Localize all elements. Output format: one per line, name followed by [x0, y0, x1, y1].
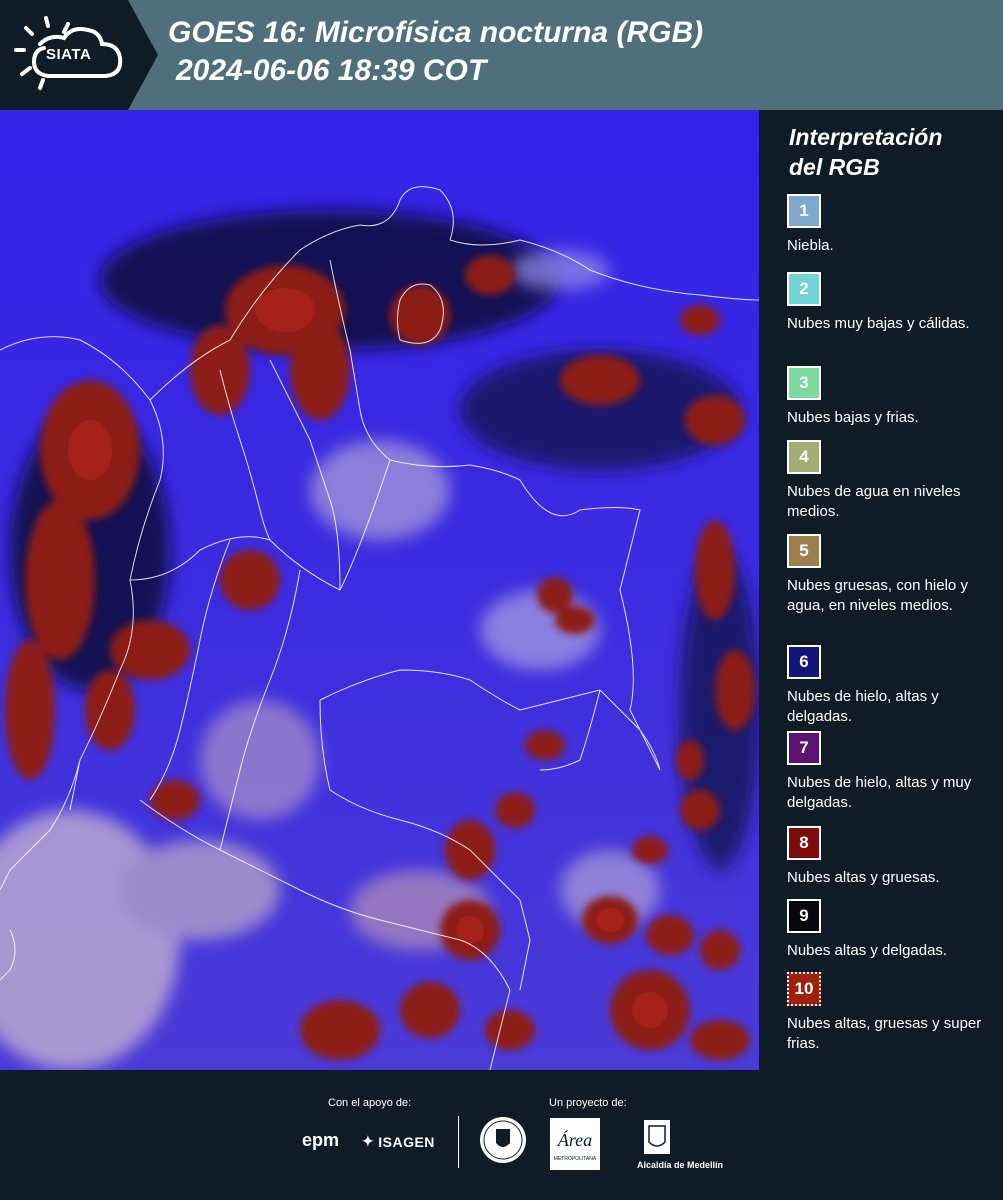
area-metropolitana-logo: Área METROPOLITANA	[550, 1118, 600, 1170]
legend-swatch: 9	[787, 899, 821, 933]
municipal-seal-icon	[480, 1117, 526, 1163]
amva-logo-text: METROPOLITANA	[554, 1156, 597, 1162]
legend-item: 6 Nubes de hielo, altas y delgadas.	[787, 645, 999, 727]
logo-text: SIATA	[46, 46, 92, 63]
page-timestamp: 2024-06-06 18:39 COT	[176, 54, 487, 87]
isagen-logo-text: ISAGEN	[378, 1133, 435, 1150]
legend-label: Nubes de hielo, altas y delgadas.	[787, 688, 939, 725]
medellin-crest-icon	[644, 1120, 670, 1154]
legend-swatch: 10	[787, 972, 821, 1006]
legend-item: 1 Niebla.	[787, 194, 999, 256]
page-title: GOES 16: Microfísica nocturna (RGB)	[168, 16, 704, 49]
legend-label: Nubes altas y gruesas.	[787, 869, 940, 886]
legend-label: Nubes altas y delgadas.	[787, 942, 948, 959]
epm-logo: epm	[302, 1130, 340, 1150]
footer: Con el apoyo de: Un proyecto de: epm ✦ I…	[0, 1070, 1003, 1200]
isagen-mark-icon: ✦	[362, 1133, 375, 1149]
legend-swatch: 8	[787, 826, 821, 860]
legend-item: 3 Nubes bajas y frias.	[787, 366, 999, 428]
legend-swatch: 4	[787, 440, 821, 474]
legend-swatch: 1	[787, 194, 821, 228]
legend-item: 10 Nubes altas, gruesas y super frias.	[787, 972, 999, 1054]
legend-panel: Interpretación del RGB 1 Niebla. 2 Nubes…	[759, 110, 1003, 1070]
legend-label: Nubes gruesas, con hielo y agua, en nive…	[787, 577, 968, 614]
satellite-map[interactable]	[0, 110, 759, 1070]
legend-item: 9 Nubes altas y delgadas.	[787, 899, 999, 961]
legend-swatch: 6	[787, 645, 821, 679]
legend-item: 2 Nubes muy bajas y cálidas.	[787, 272, 999, 334]
legend-label: Nubes de hielo, altas y muy delgadas.	[787, 774, 972, 811]
legend-title-line2: del RGB	[789, 154, 880, 180]
legend-label: Nubes muy bajas y cálidas.	[787, 315, 970, 332]
legend-item: 7 Nubes de hielo, altas y muy delgadas.	[787, 731, 999, 813]
satellite-rgb-image	[0, 110, 759, 1070]
legend-item: 5 Nubes gruesas, con hielo y agua, en ni…	[787, 534, 999, 616]
footer-divider	[458, 1116, 459, 1168]
legend-label: Niebla.	[787, 237, 834, 254]
legend-swatch: 2	[787, 272, 821, 306]
legend-title-line1: Interpretación	[789, 124, 943, 150]
legend-title: Interpretación del RGB	[789, 122, 942, 182]
legend-swatch: 5	[787, 534, 821, 568]
project-label: Un proyecto de:	[549, 1097, 627, 1109]
isagen-logo: ✦ ISAGEN	[362, 1133, 435, 1150]
legend-item: 8 Nubes altas y gruesas.	[787, 826, 999, 888]
legend-label: Nubes bajas y frias.	[787, 409, 919, 426]
legend-item: 4 Nubes de agua en niveles medios.	[787, 440, 999, 522]
header: SIATA GOES 16: Microfísica nocturna (RGB…	[0, 0, 1003, 110]
legend-label: Nubes altas, gruesas y super frias.	[787, 1015, 982, 1052]
legend-label: Nubes de agua en niveles medios.	[787, 483, 961, 520]
support-label: Con el apoyo de:	[328, 1097, 412, 1109]
medellin-label: Alcaldía de Medellín	[637, 1160, 724, 1170]
legend-swatch: 3	[787, 366, 821, 400]
legend-swatch: 7	[787, 731, 821, 765]
svg-text:Área: Área	[557, 1129, 592, 1150]
